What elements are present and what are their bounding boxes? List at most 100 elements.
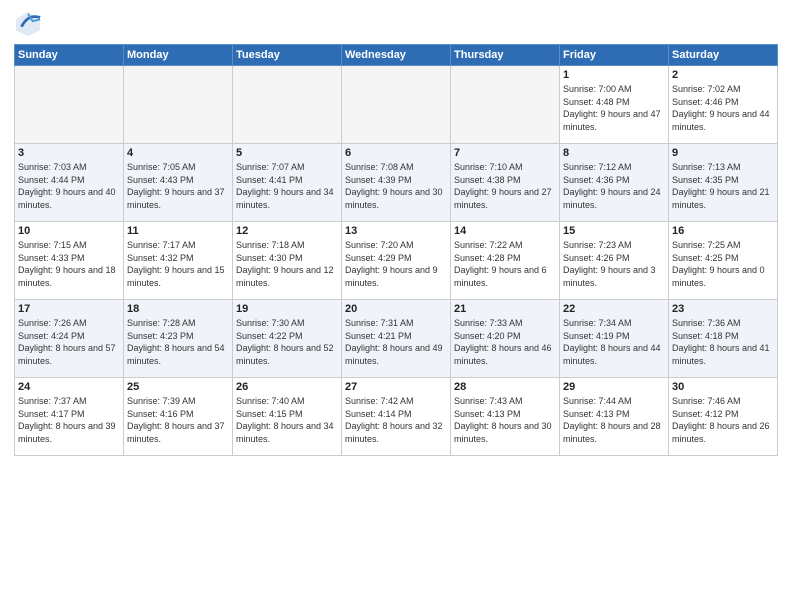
day-number: 29 (563, 381, 665, 393)
day-cell: 24 Sunrise: 7:37 AM Sunset: 4:17 PM Dayli… (15, 378, 124, 456)
day-info: Sunrise: 7:12 AM Sunset: 4:36 PM Dayligh… (563, 161, 665, 211)
day-info: Sunrise: 7:08 AM Sunset: 4:39 PM Dayligh… (345, 161, 447, 211)
day-info: Sunrise: 7:10 AM Sunset: 4:38 PM Dayligh… (454, 161, 556, 211)
day-cell: 6 Sunrise: 7:08 AM Sunset: 4:39 PM Daylig… (342, 144, 451, 222)
day-info: Sunrise: 7:20 AM Sunset: 4:29 PM Dayligh… (345, 239, 447, 289)
day-cell: 5 Sunrise: 7:07 AM Sunset: 4:41 PM Daylig… (233, 144, 342, 222)
day-number: 30 (672, 381, 774, 393)
day-info: Sunrise: 7:25 AM Sunset: 4:25 PM Dayligh… (672, 239, 774, 289)
day-cell: 18 Sunrise: 7:28 AM Sunset: 4:23 PM Dayli… (124, 300, 233, 378)
day-number: 15 (563, 225, 665, 237)
day-number: 1 (563, 69, 665, 81)
day-number: 17 (18, 303, 120, 315)
weekday-header-thursday: Thursday (451, 45, 560, 66)
day-number: 13 (345, 225, 447, 237)
day-number: 9 (672, 147, 774, 159)
logo-icon (14, 10, 42, 38)
day-info: Sunrise: 7:28 AM Sunset: 4:23 PM Dayligh… (127, 317, 229, 367)
day-number: 2 (672, 69, 774, 81)
day-cell: 8 Sunrise: 7:12 AM Sunset: 4:36 PM Daylig… (560, 144, 669, 222)
weekday-header-saturday: Saturday (669, 45, 778, 66)
day-number: 8 (563, 147, 665, 159)
day-cell: 3Sunrise: 7:03 AM Sunset: 4:44 PM Daylig… (15, 144, 124, 222)
day-cell: 7 Sunrise: 7:10 AM Sunset: 4:38 PM Daylig… (451, 144, 560, 222)
day-info: Sunrise: 7:36 AM Sunset: 4:18 PM Dayligh… (672, 317, 774, 367)
weekday-header-wednesday: Wednesday (342, 45, 451, 66)
day-info: Sunrise: 7:23 AM Sunset: 4:26 PM Dayligh… (563, 239, 665, 289)
day-number: 16 (672, 225, 774, 237)
day-number: 28 (454, 381, 556, 393)
day-cell: 12 Sunrise: 7:18 AM Sunset: 4:30 PM Dayli… (233, 222, 342, 300)
weekday-header-monday: Monday (124, 45, 233, 66)
day-number: 20 (345, 303, 447, 315)
day-number: 23 (672, 303, 774, 315)
page: SundayMondayTuesdayWednesdayThursdayFrid… (0, 0, 792, 612)
day-number: 5 (236, 147, 338, 159)
day-cell (451, 66, 560, 144)
day-info: Sunrise: 7:05 AM Sunset: 4:43 PM Dayligh… (127, 161, 229, 211)
day-cell: 14 Sunrise: 7:22 AM Sunset: 4:28 PM Dayli… (451, 222, 560, 300)
day-info: Sunrise: 7:22 AM Sunset: 4:28 PM Dayligh… (454, 239, 556, 289)
day-cell: 26Sunrise: 7:40 AM Sunset: 4:15 PM Dayli… (233, 378, 342, 456)
day-cell: 21 Sunrise: 7:33 AM Sunset: 4:20 PM Dayli… (451, 300, 560, 378)
weekday-header-tuesday: Tuesday (233, 45, 342, 66)
day-cell: 19Sunrise: 7:30 AM Sunset: 4:22 PM Dayli… (233, 300, 342, 378)
logo (14, 10, 46, 38)
day-number: 18 (127, 303, 229, 315)
day-cell: 1Sunrise: 7:00 AM Sunset: 4:48 PM Daylig… (560, 66, 669, 144)
day-cell: 25 Sunrise: 7:39 AM Sunset: 4:16 PM Dayli… (124, 378, 233, 456)
day-cell (124, 66, 233, 144)
day-cell: 22 Sunrise: 7:34 AM Sunset: 4:19 PM Dayli… (560, 300, 669, 378)
day-cell: 11Sunrise: 7:17 AM Sunset: 4:32 PM Dayli… (124, 222, 233, 300)
day-cell: 2Sunrise: 7:02 AM Sunset: 4:46 PM Daylig… (669, 66, 778, 144)
day-info: Sunrise: 7:13 AM Sunset: 4:35 PM Dayligh… (672, 161, 774, 211)
day-cell: 28 Sunrise: 7:43 AM Sunset: 4:13 PM Dayli… (451, 378, 560, 456)
week-row-1: 1Sunrise: 7:00 AM Sunset: 4:48 PM Daylig… (15, 66, 778, 144)
day-cell: 16 Sunrise: 7:25 AM Sunset: 4:25 PM Dayli… (669, 222, 778, 300)
week-row-4: 17 Sunrise: 7:26 AM Sunset: 4:24 PM Dayli… (15, 300, 778, 378)
week-row-2: 3Sunrise: 7:03 AM Sunset: 4:44 PM Daylig… (15, 144, 778, 222)
day-info: Sunrise: 7:18 AM Sunset: 4:30 PM Dayligh… (236, 239, 338, 289)
header (14, 10, 778, 38)
day-info: Sunrise: 7:26 AM Sunset: 4:24 PM Dayligh… (18, 317, 120, 367)
day-cell: 9 Sunrise: 7:13 AM Sunset: 4:35 PM Daylig… (669, 144, 778, 222)
day-number: 22 (563, 303, 665, 315)
day-cell: 4 Sunrise: 7:05 AM Sunset: 4:43 PM Daylig… (124, 144, 233, 222)
day-info: Sunrise: 7:42 AM Sunset: 4:14 PM Dayligh… (345, 395, 447, 445)
day-number: 14 (454, 225, 556, 237)
day-number: 6 (345, 147, 447, 159)
day-number: 12 (236, 225, 338, 237)
day-info: Sunrise: 7:34 AM Sunset: 4:19 PM Dayligh… (563, 317, 665, 367)
day-info: Sunrise: 7:07 AM Sunset: 4:41 PM Dayligh… (236, 161, 338, 211)
day-number: 7 (454, 147, 556, 159)
day-cell: 27Sunrise: 7:42 AM Sunset: 4:14 PM Dayli… (342, 378, 451, 456)
day-cell: 17 Sunrise: 7:26 AM Sunset: 4:24 PM Dayli… (15, 300, 124, 378)
day-info: Sunrise: 7:03 AM Sunset: 4:44 PM Dayligh… (18, 161, 120, 211)
day-cell: 13 Sunrise: 7:20 AM Sunset: 4:29 PM Dayli… (342, 222, 451, 300)
day-info: Sunrise: 7:37 AM Sunset: 4:17 PM Dayligh… (18, 395, 120, 445)
header-row: SundayMondayTuesdayWednesdayThursdayFrid… (15, 45, 778, 66)
day-info: Sunrise: 7:33 AM Sunset: 4:20 PM Dayligh… (454, 317, 556, 367)
day-cell: 23 Sunrise: 7:36 AM Sunset: 4:18 PM Dayli… (669, 300, 778, 378)
day-cell: 30Sunrise: 7:46 AM Sunset: 4:12 PM Dayli… (669, 378, 778, 456)
week-row-5: 24 Sunrise: 7:37 AM Sunset: 4:17 PM Dayli… (15, 378, 778, 456)
day-number: 24 (18, 381, 120, 393)
day-info: Sunrise: 7:43 AM Sunset: 4:13 PM Dayligh… (454, 395, 556, 445)
day-info: Sunrise: 7:31 AM Sunset: 4:21 PM Dayligh… (345, 317, 447, 367)
day-number: 26 (236, 381, 338, 393)
calendar-table: SundayMondayTuesdayWednesdayThursdayFrid… (14, 44, 778, 456)
day-number: 4 (127, 147, 229, 159)
day-cell: 15 Sunrise: 7:23 AM Sunset: 4:26 PM Dayli… (560, 222, 669, 300)
day-cell (233, 66, 342, 144)
week-row-3: 10 Sunrise: 7:15 AM Sunset: 4:33 PM Dayli… (15, 222, 778, 300)
weekday-header-friday: Friday (560, 45, 669, 66)
day-info: Sunrise: 7:39 AM Sunset: 4:16 PM Dayligh… (127, 395, 229, 445)
day-cell (342, 66, 451, 144)
day-number: 21 (454, 303, 556, 315)
day-cell (15, 66, 124, 144)
day-number: 10 (18, 225, 120, 237)
day-info: Sunrise: 7:15 AM Sunset: 4:33 PM Dayligh… (18, 239, 120, 289)
day-number: 25 (127, 381, 229, 393)
weekday-header-sunday: Sunday (15, 45, 124, 66)
day-cell: 10 Sunrise: 7:15 AM Sunset: 4:33 PM Dayli… (15, 222, 124, 300)
